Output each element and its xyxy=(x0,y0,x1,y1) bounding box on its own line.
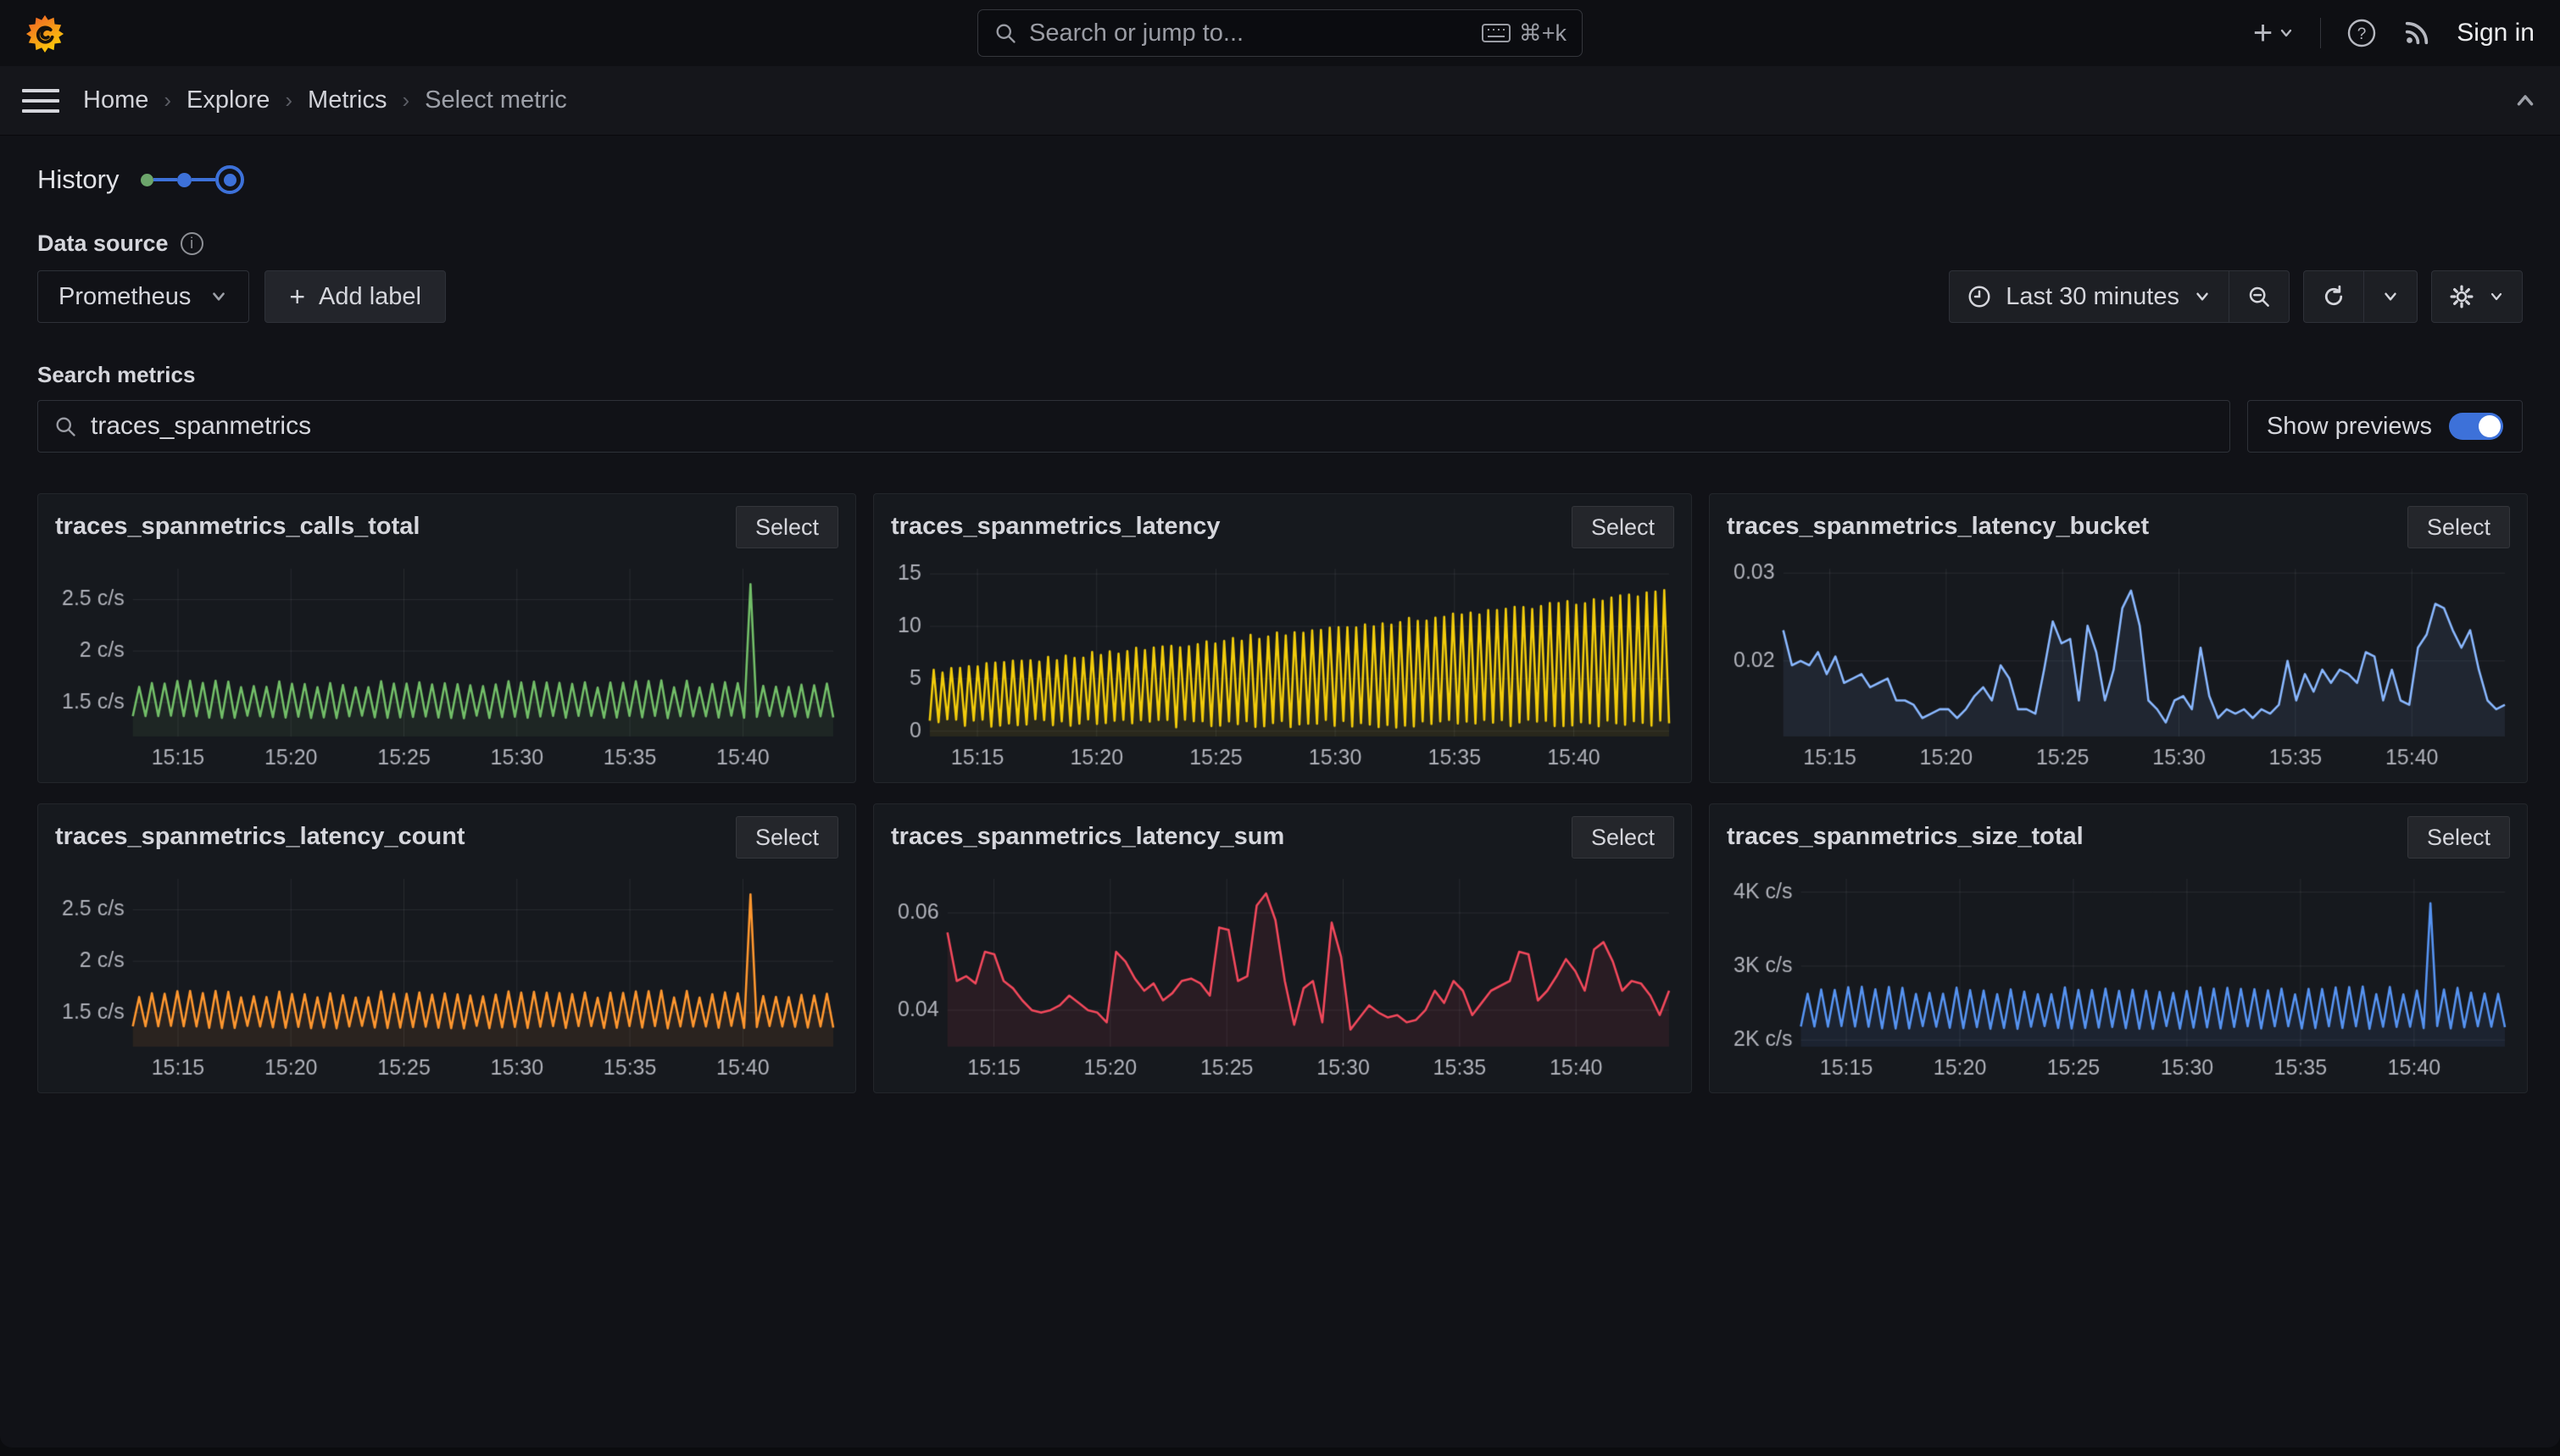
history-current-step-icon[interactable] xyxy=(215,165,244,194)
help-icon: ? xyxy=(2346,18,2377,48)
time-range-value: Last 30 minutes xyxy=(2006,283,2179,311)
metric-name: traces_spanmetrics_calls_total xyxy=(55,513,420,541)
time-range-group: Last 30 minutes xyxy=(1949,270,2290,323)
metric-card: traces_spanmetrics_latency_bucket Select xyxy=(1709,493,2528,783)
breadcrumb-separator: › xyxy=(164,87,171,114)
select-metric-button[interactable]: Select xyxy=(736,816,838,859)
refresh-interval-dropdown[interactable] xyxy=(2363,271,2417,322)
metric-card: traces_spanmetrics_latency_count Select xyxy=(37,803,856,1093)
history-row: History xyxy=(37,164,2523,195)
search-icon xyxy=(53,414,77,438)
breadcrumb-item-home[interactable]: Home xyxy=(83,86,148,114)
zoom-out-button[interactable] xyxy=(2229,271,2289,322)
search-icon xyxy=(993,21,1017,45)
history-step-icon[interactable] xyxy=(177,173,192,187)
global-search-input[interactable] xyxy=(1029,19,1470,47)
show-previews-label: Show previews xyxy=(2267,413,2432,441)
zoom-out-icon xyxy=(2246,284,2272,309)
shortcut-text: ⌘+k xyxy=(1519,20,1567,47)
metric-card: traces_spanmetrics_calls_total Select xyxy=(37,493,856,783)
metric-preview-chart[interactable] xyxy=(1727,562,2510,774)
plus-icon: + xyxy=(289,281,305,313)
breadcrumb-separator: › xyxy=(402,87,409,114)
select-metric-button[interactable]: Select xyxy=(736,506,838,548)
svg-text:?: ? xyxy=(2357,25,2367,43)
refresh-icon xyxy=(2321,284,2346,309)
chevron-down-icon xyxy=(2278,25,2295,42)
breadcrumb-item-explore[interactable]: Explore xyxy=(186,86,270,114)
rss-icon xyxy=(2402,19,2431,47)
page-bottom-strip xyxy=(0,1448,2560,1456)
news-button[interactable] xyxy=(2402,19,2431,47)
menu-toggle-button[interactable] xyxy=(22,82,59,119)
hamburger-icon xyxy=(22,89,59,92)
select-metric-button[interactable]: Select xyxy=(2407,506,2510,548)
history-timeline[interactable] xyxy=(141,165,244,194)
chevron-down-icon xyxy=(2193,287,2212,306)
chevron-down-icon xyxy=(2381,287,2400,306)
data-source-label: Data source xyxy=(37,231,169,257)
breadcrumb-separator: › xyxy=(285,87,292,114)
keyboard-icon xyxy=(1482,23,1511,43)
time-range-picker[interactable]: Last 30 minutes xyxy=(1950,271,2229,322)
data-source-value: Prometheus xyxy=(58,283,191,311)
metric-name: traces_spanmetrics_latency_sum xyxy=(891,823,1284,851)
history-step-icon[interactable] xyxy=(141,174,153,186)
metric-preview-chart[interactable] xyxy=(55,562,838,774)
breadcrumb-bar: Home › Explore › Metrics › Select metric xyxy=(0,66,2560,136)
refresh-group xyxy=(2303,270,2418,323)
gear-icon xyxy=(2449,284,2474,309)
plus-icon: + xyxy=(2253,14,2273,53)
settings-button[interactable] xyxy=(2432,271,2522,322)
data-source-label-row: Data source i xyxy=(37,231,2523,257)
settings-group xyxy=(2431,270,2523,323)
metric-card: traces_spanmetrics_latency Select xyxy=(873,493,1692,783)
chevron-down-icon xyxy=(209,287,228,306)
metric-name: traces_spanmetrics_latency xyxy=(891,513,1221,541)
chevron-up-icon xyxy=(2513,88,2538,114)
metric-name: traces_spanmetrics_latency_bucket xyxy=(1727,513,2149,541)
metric-search-box[interactable] xyxy=(37,400,2230,453)
breadcrumb-item-metrics[interactable]: Metrics xyxy=(308,86,387,114)
topbar-divider xyxy=(2320,18,2321,48)
sign-in-button[interactable]: Sign in xyxy=(2457,19,2535,47)
metric-search-input[interactable] xyxy=(91,412,2214,441)
metric-preview-chart[interactable] xyxy=(891,872,1674,1084)
search-metrics-label: Search metrics xyxy=(37,362,2523,388)
clock-icon xyxy=(1967,284,1992,309)
metric-preview-chart[interactable] xyxy=(891,562,1674,774)
explore-metrics-content: History Data source i Prometheus xyxy=(0,136,2560,1448)
metric-cards-grid: traces_spanmetrics_calls_total Select tr… xyxy=(37,493,2523,1093)
grafana-app: ⌘+k + ? xyxy=(0,0,2560,1456)
history-label: History xyxy=(37,164,119,195)
select-metric-button[interactable]: Select xyxy=(1572,816,1674,859)
refresh-button[interactable] xyxy=(2304,271,2363,322)
add-label-button[interactable]: + Add label xyxy=(264,270,446,323)
new-menu-button[interactable]: + xyxy=(2253,14,2295,53)
controls-row: Prometheus + Add label xyxy=(37,270,2523,323)
topbar-actions: + ? Sign in xyxy=(2253,14,2535,53)
search-shortcut: ⌘+k xyxy=(1482,20,1567,47)
metric-card: traces_spanmetrics_latency_sum Select xyxy=(873,803,1692,1093)
info-icon[interactable]: i xyxy=(181,232,203,255)
select-metric-button[interactable]: Select xyxy=(2407,816,2510,859)
metric-preview-chart[interactable] xyxy=(1727,872,2510,1084)
data-source-picker[interactable]: Prometheus xyxy=(37,270,249,323)
show-previews-toggle[interactable] xyxy=(2449,413,2503,440)
help-button[interactable]: ? xyxy=(2346,18,2377,48)
global-search[interactable]: ⌘+k xyxy=(977,9,1583,57)
chevron-down-icon xyxy=(2488,288,2505,305)
show-previews-control: Show previews xyxy=(2247,400,2523,453)
breadcrumb-item-current: Select metric xyxy=(425,86,567,114)
metric-preview-chart[interactable] xyxy=(55,872,838,1084)
breadcrumb: Home › Explore › Metrics › Select metric xyxy=(83,86,567,114)
select-metric-button[interactable]: Select xyxy=(1572,506,1674,548)
top-navigation-bar: ⌘+k + ? xyxy=(0,0,2560,66)
collapse-header-button[interactable] xyxy=(2513,88,2538,114)
metric-name: traces_spanmetrics_latency_count xyxy=(55,823,465,851)
metric-card: traces_spanmetrics_size_total Select xyxy=(1709,803,2528,1093)
metric-name: traces_spanmetrics_size_total xyxy=(1727,823,2084,851)
search-row: Show previews xyxy=(37,400,2523,453)
grafana-logo[interactable] xyxy=(25,14,64,53)
